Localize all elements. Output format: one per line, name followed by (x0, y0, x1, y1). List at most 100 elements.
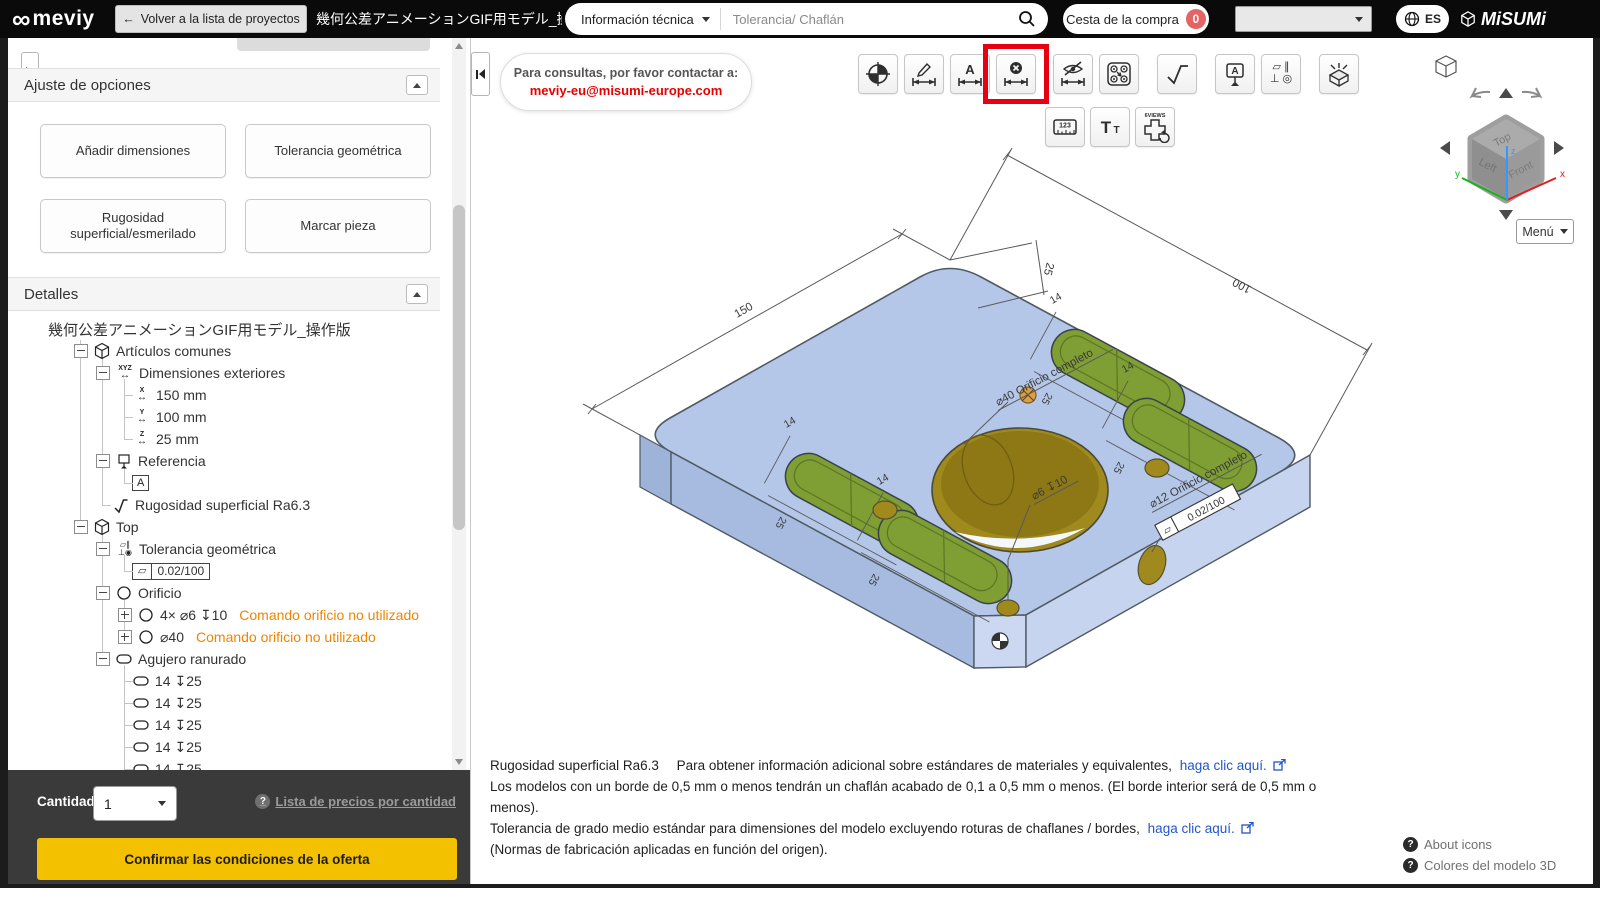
search-icon[interactable] (1018, 10, 1036, 28)
cart-button[interactable]: Cesta de la compra 0 (1063, 4, 1209, 34)
external-link-icon (1240, 821, 1254, 834)
collapse-node-icon[interactable] (96, 366, 110, 380)
tree-item-label: 14 ↧25 (155, 738, 202, 755)
mark-part-button[interactable]: Marcar pieza (245, 199, 431, 253)
back-to-projects-button[interactable]: ← Volver a la lista de proyectos (115, 5, 307, 33)
tolerance-link[interactable]: haga clic aquí. (1148, 821, 1235, 836)
rotate-right-icon[interactable] (1521, 87, 1543, 99)
quantity-select[interactable]: 1 (93, 786, 177, 821)
view-cube-widget[interactable]: Top Left Front y x z (1398, 48, 1578, 248)
cart-count-badge: 0 (1185, 9, 1206, 29)
tree-item-common[interactable]: Artículos comunes (8, 340, 448, 362)
chevron-down-icon (1355, 16, 1363, 22)
search-input[interactable] (720, 11, 1018, 27)
tree-item-slot[interactable]: 14 ↧25 (8, 758, 448, 770)
hole-6[interactable] (996, 599, 1020, 617)
tree-item-flatness[interactable]: ▱ 0.02/100 (8, 560, 448, 582)
scroll-up-icon[interactable] (455, 43, 463, 49)
y-dimension-icon: Y ↔ (137, 409, 147, 425)
about-icons-link[interactable]: ? About icons (1403, 837, 1556, 852)
surface-roughness-button[interactable]: Rugosidad superficial/esmerilado (40, 199, 226, 253)
flatness-symbol: ▱ (133, 563, 153, 579)
tree-item-label: 150 mm (156, 387, 207, 403)
tree-item-label: 25 mm (156, 431, 199, 447)
empty-dropdown[interactable] (1235, 6, 1372, 32)
misumi-logo: MiSUMi (1460, 7, 1546, 31)
quote-footer: Cantidad 1 ? Lista de precios por cantid… (8, 770, 470, 884)
rotate-left-icon[interactable] (1469, 87, 1491, 99)
materials-link[interactable]: haga clic aquí. (1180, 758, 1267, 773)
hole-40[interactable] (931, 427, 1109, 553)
tilt-down-arrow[interactable] (1499, 210, 1513, 220)
flatness-frame: ▱ 0.02/100 (132, 562, 211, 580)
tree-item-roughness[interactable]: Rugosidad superficial Ra6.3 (8, 494, 448, 516)
cube-icon (94, 342, 110, 360)
about-icons-label: About icons (1424, 837, 1492, 852)
note-roughness: Rugosidad superficial Ra6.3 (490, 758, 659, 773)
slot-icon (133, 742, 149, 752)
menu-label: Menú (1522, 224, 1554, 239)
sidebar-scrollbar[interactable] (452, 38, 466, 770)
question-icon: ? (1403, 837, 1418, 852)
collapse-node-icon[interactable] (96, 652, 110, 666)
price-list-link[interactable]: ? Lista de precios por cantidad (255, 794, 456, 809)
info-category-dropdown[interactable]: Información técnica (565, 8, 721, 30)
model-colors-link[interactable]: ? Colores del modelo 3D (1403, 858, 1556, 873)
tilt-up-arrow[interactable] (1499, 88, 1513, 98)
mark-part-label: Marcar pieza (300, 217, 376, 233)
tree-item-label: 14 ↧25 (155, 694, 202, 711)
project-title: 幾何公差アニメーションGIF用モデル_操 (316, 11, 562, 27)
tree-item-hole-40[interactable]: ⌀40 Comando orificio no utilizado (8, 626, 448, 648)
hole-6[interactable] (872, 500, 898, 520)
hole-icon (117, 586, 131, 600)
collapse-details-button[interactable] (406, 284, 428, 304)
hole-warning-note: Comando orificio no utilizado (239, 607, 420, 623)
tree-item-top[interactable]: Top (8, 516, 448, 538)
help-links: ? About icons ? Colores del modelo 3D (1403, 837, 1556, 879)
hole-6[interactable] (1144, 458, 1170, 478)
tree-item-slot[interactable]: 14 ↧25 (8, 692, 448, 714)
tree-item-dim-y[interactable]: Y ↔ 100 mm (8, 406, 448, 428)
confirm-offer-button[interactable]: Confirmar las condiciones de la oferta (37, 838, 457, 880)
svg-text:14: 14 (1048, 290, 1064, 306)
add-dimensions-label: Añadir dimensiones (75, 142, 191, 158)
collapse-node-icon[interactable] (74, 344, 88, 358)
expand-node-icon[interactable] (118, 630, 132, 644)
tree-item-datum[interactable]: Referencia (8, 450, 448, 472)
tree-item-hole-6[interactable]: 4× ⌀6 ↧10 Comando orificio no utilizado (8, 604, 448, 626)
cube-icon (94, 518, 110, 536)
collapse-options-button[interactable] (406, 75, 428, 95)
tree-item-slot[interactable]: 14 ↧25 (8, 714, 448, 736)
cube-mini-icon[interactable] (1435, 55, 1457, 78)
tree-item-label: Top (116, 519, 139, 535)
dim-150-label: 150 (733, 301, 756, 321)
scroll-down-icon[interactable] (455, 759, 463, 765)
menu-button[interactable]: Menú (1516, 219, 1574, 244)
scrollbar-thumb[interactable] (453, 205, 465, 530)
slot-icon (133, 764, 149, 770)
geometric-tolerance-button[interactable]: Tolerancia geométrica (245, 124, 431, 178)
collapse-node-icon[interactable] (74, 520, 88, 534)
rotate-right-arrow[interactable] (1554, 141, 1564, 155)
rotate-left-arrow[interactable] (1440, 141, 1450, 155)
tree-item-slot[interactable]: 14 ↧25 (8, 670, 448, 692)
collapse-node-icon[interactable] (96, 542, 110, 556)
collapse-node-icon[interactable] (96, 586, 110, 600)
expand-node-icon[interactable] (118, 608, 132, 622)
meviy-logo[interactable]: ∞ meviy (12, 4, 95, 34)
tree-item-slot-group[interactable]: Agujero ranurado (8, 648, 448, 670)
tree-item-geotol[interactable]: ▱∥ ⊥◉ Tolerancia geométrica (8, 538, 448, 560)
tree-item-slot[interactable]: 14 ↧25 (8, 736, 448, 758)
tree-item-hole-group[interactable]: Orificio (8, 582, 448, 604)
add-dimensions-button[interactable]: Añadir dimensiones (40, 124, 226, 178)
tree-item-label: Dimensiones exteriores (139, 365, 286, 381)
tree-item-dimensions[interactable]: XYZ ↔ Dimensiones exteriores (8, 362, 448, 384)
tree-root-label: 幾何公差アニメーションGIF用モデル_操作版 (48, 321, 351, 339)
collapse-node-icon[interactable] (96, 454, 110, 468)
language-button[interactable]: ES (1396, 5, 1449, 33)
z-dimension-icon: Z ↔ (137, 431, 147, 447)
tree-root[interactable]: 幾何公差アニメーションGIF用モデル_操作版 (8, 312, 448, 340)
tree-item-dim-z[interactable]: Z ↔ 25 mm (8, 428, 448, 450)
tree-item-dim-x[interactable]: X ↔ 150 mm (8, 384, 448, 406)
tree-item-datum-a[interactable]: A (8, 472, 448, 494)
